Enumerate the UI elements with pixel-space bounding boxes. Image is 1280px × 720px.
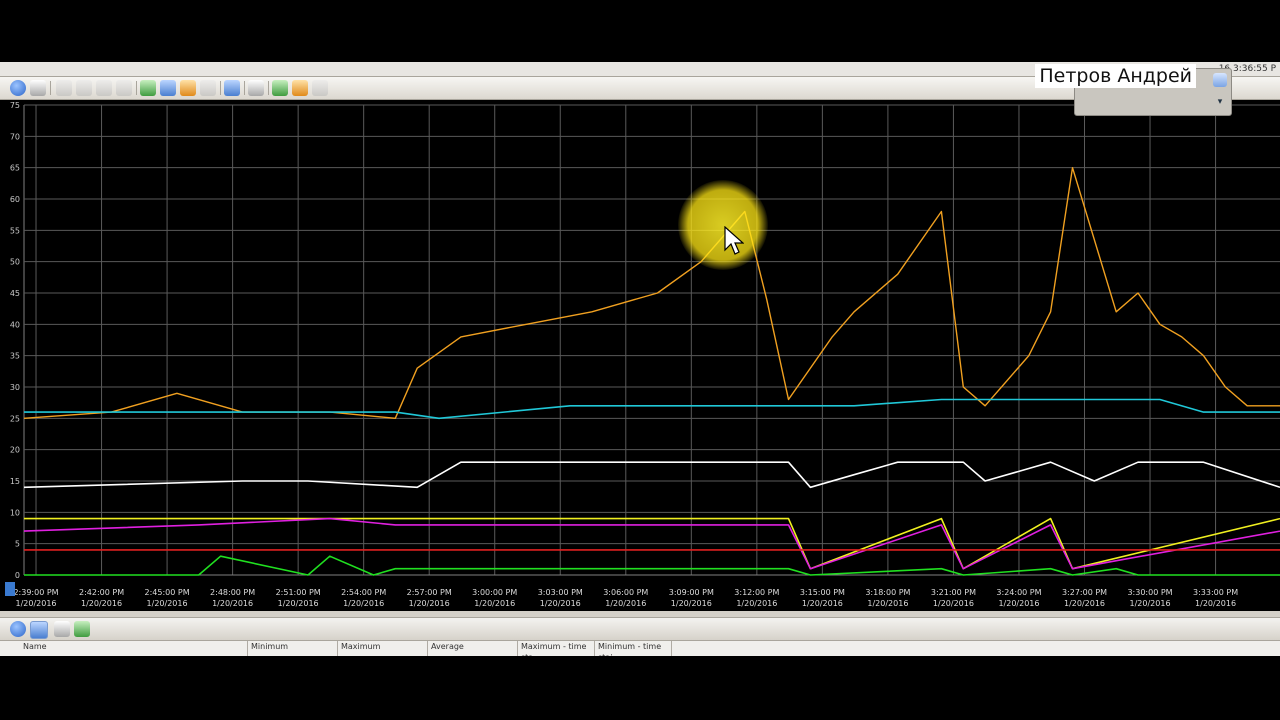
y-tick-label: 10 xyxy=(10,508,20,517)
print-icon[interactable] xyxy=(54,621,70,637)
column-min-time[interactable]: Minimum - time stai xyxy=(595,641,672,662)
x-tick-date: 1/20/2016 xyxy=(933,599,974,608)
cursor-highlight xyxy=(678,180,768,270)
y-tick-label: 20 xyxy=(10,446,20,455)
previous-icon[interactable] xyxy=(76,80,92,96)
y-tick-label: 40 xyxy=(10,320,20,329)
x-tick-time: 3:12:00 PM xyxy=(734,588,779,597)
x-tick-date: 1/20/2016 xyxy=(147,599,188,608)
help-icon[interactable] xyxy=(10,621,26,637)
line-chart[interactable]: 0 5 10 15 20 25 30 35 40 45 50 55 60 65 70 75 2:39:00 PM… xyxy=(0,100,1280,611)
properties-icon[interactable] xyxy=(200,80,216,96)
x-tick-date: 1/20/2016 xyxy=(867,599,908,608)
column-max-time[interactable]: Maximum - time sta xyxy=(518,641,595,662)
y-tick-label: 45 xyxy=(10,289,20,298)
x-tick-time: 3:33:00 PM xyxy=(1193,588,1238,597)
x-tick-time: 2:48:00 PM xyxy=(210,588,255,597)
y-tick-label: 70 xyxy=(10,132,20,141)
top-black-bar xyxy=(0,0,1280,62)
x-tick-time: 3:00:00 PM xyxy=(472,588,517,597)
delete-counter-icon[interactable] xyxy=(292,80,308,96)
perfmon-window: 16 3:36:55 P 0 5 10 15 20 25 30 35 40 45 50 55 60 65 7… xyxy=(0,62,1280,656)
column-average[interactable]: Average xyxy=(428,641,518,657)
y-tick-label: 50 xyxy=(10,258,20,267)
print-icon[interactable] xyxy=(248,80,264,96)
y-tick-label: 30 xyxy=(10,383,20,392)
x-tick-time: 2:39:00 PM xyxy=(13,588,58,597)
column-maximum[interactable]: Maximum xyxy=(338,641,428,657)
x-tick-time: 2:51:00 PM xyxy=(276,588,321,597)
mouse-cursor-icon xyxy=(724,226,744,255)
view-icon[interactable] xyxy=(30,80,46,96)
chevron-down-icon[interactable]: ▾ xyxy=(1213,95,1227,109)
series-line xyxy=(24,398,1280,420)
column-name[interactable]: Name xyxy=(20,641,248,657)
x-tick-date: 1/20/2016 xyxy=(1195,599,1236,608)
highlight-icon[interactable] xyxy=(180,80,196,96)
more-icon[interactable] xyxy=(312,80,328,96)
x-tick-time: 2:57:00 PM xyxy=(407,588,452,597)
x-tick-time: 3:21:00 PM xyxy=(931,588,976,597)
x-tick-time: 2:45:00 PM xyxy=(145,588,190,597)
y-tick-label: 5 xyxy=(15,540,20,549)
next-icon[interactable] xyxy=(96,80,112,96)
x-tick-date: 1/20/2016 xyxy=(736,599,777,608)
x-tick-time: 3:18:00 PM xyxy=(865,588,910,597)
y-tick-label: 55 xyxy=(10,226,20,235)
add-counter-icon[interactable] xyxy=(272,80,288,96)
first-icon[interactable] xyxy=(56,80,72,96)
x-tick-time: 3:15:00 PM xyxy=(800,588,845,597)
counter-table-header: Name Minimum Maximum Average Maximum - t… xyxy=(0,640,1280,662)
bottom-black-area xyxy=(0,656,1280,720)
x-tick-date: 1/20/2016 xyxy=(81,599,122,608)
x-tick-time: 3:09:00 PM xyxy=(669,588,714,597)
x-tick-date: 1/20/2016 xyxy=(212,599,253,608)
x-tick-time: 2:54:00 PM xyxy=(341,588,386,597)
x-tick-date: 1/20/2016 xyxy=(15,599,56,608)
x-tick-date: 1/20/2016 xyxy=(802,599,843,608)
fit-icon[interactable] xyxy=(30,621,48,639)
x-tick-date: 1/20/2016 xyxy=(540,599,581,608)
x-tick-date: 1/20/2016 xyxy=(409,599,450,608)
x-tick-date: 1/20/2016 xyxy=(1064,599,1105,608)
export-icon[interactable] xyxy=(74,621,90,637)
author-watermark: Петров Андрей xyxy=(1035,64,1196,88)
pan-icon[interactable] xyxy=(160,80,176,96)
legend-color-strip xyxy=(5,582,15,596)
x-tick-time: 3:03:00 PM xyxy=(538,588,583,597)
last-icon[interactable] xyxy=(116,80,132,96)
y-tick-label: 15 xyxy=(10,477,20,486)
x-tick-date: 1/20/2016 xyxy=(605,599,646,608)
x-tick-date: 1/20/2016 xyxy=(998,599,1039,608)
bottom-toolbar xyxy=(0,617,1280,640)
x-tick-date: 1/20/2016 xyxy=(671,599,712,608)
x-tick-time: 3:24:00 PM xyxy=(996,588,1041,597)
y-tick-label: 35 xyxy=(10,352,20,361)
x-tick-time: 3:06:00 PM xyxy=(603,588,648,597)
chart-area[interactable]: 0 5 10 15 20 25 30 35 40 45 50 55 60 65 70 75 2:39:00 PM… xyxy=(0,100,1280,611)
x-tick-time: 2:42:00 PM xyxy=(79,588,124,597)
y-tick-label: 0 xyxy=(15,571,20,580)
x-tick-time: 3:30:00 PM xyxy=(1127,588,1172,597)
x-tick-date: 1/20/2016 xyxy=(278,599,319,608)
x-tick-date: 1/20/2016 xyxy=(474,599,515,608)
down-arrow-icon[interactable] xyxy=(1213,73,1227,87)
y-tick-label: 25 xyxy=(10,414,20,423)
y-tick-label: 65 xyxy=(10,164,20,173)
y-tick-label: 75 xyxy=(10,101,20,110)
zoom-icon[interactable] xyxy=(140,80,156,96)
freeze-icon[interactable] xyxy=(224,80,240,96)
y-tick-label: 60 xyxy=(10,195,20,204)
help-icon[interactable] xyxy=(10,80,26,96)
x-tick-time: 3:27:00 PM xyxy=(1062,588,1107,597)
x-tick-date: 1/20/2016 xyxy=(343,599,384,608)
column-minimum[interactable]: Minimum xyxy=(248,641,338,657)
series-line xyxy=(23,461,1280,489)
x-tick-date: 1/20/2016 xyxy=(1130,599,1171,608)
